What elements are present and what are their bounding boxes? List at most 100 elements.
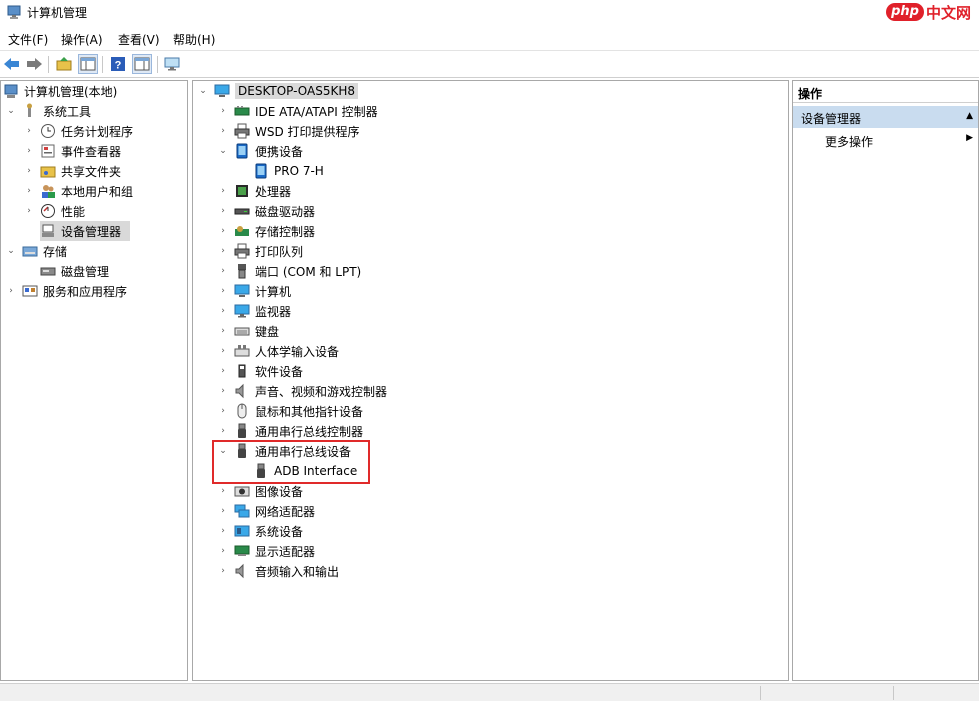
chevron-right-icon[interactable]: › [23,185,35,197]
menu-action[interactable]: 操作(A) [61,31,103,48]
chevron-down-icon[interactable]: ⌄ [5,245,17,257]
forward-icon[interactable] [24,54,44,74]
device-tree-item[interactable]: › 处理器 [217,181,291,201]
device-tree-item[interactable]: › 图像设备 [217,481,303,501]
device-tree-item[interactable]: › 键盘 [217,321,279,341]
port-icon [234,263,250,279]
console-tree-pane: 计算机管理(本地) ⌄ 系统工具 › 任务计划程序 › 事件查看器 › 共享文件… [0,80,188,681]
tree-item-shared-folders[interactable]: › 共享文件夹 [23,161,121,181]
monitor-icon[interactable] [162,54,182,74]
back-icon[interactable] [2,54,22,74]
device-tree-item[interactable]: › 鼠标和其他指针设备 [217,401,363,421]
device-tree-item[interactable]: › 音频输入和输出 [217,561,339,581]
more-actions-link[interactable]: 更多操作 [825,133,873,150]
usb-device-highlight-box [212,440,370,484]
device-tree-item[interactable]: › 计算机 [217,281,291,301]
system-device-icon [234,523,250,539]
device-tree-item[interactable]: › 端口 (COM 和 LPT) [217,261,361,281]
computer-icon [234,283,250,299]
device-tree-item[interactable]: › 打印队列 [217,241,303,261]
tree-item-storage[interactable]: ⌄ 存储 [5,241,67,261]
watermark-brand: php [886,3,924,21]
processor-icon [234,183,250,199]
chevron-right-icon[interactable]: › [217,245,229,257]
chevron-right-icon[interactable]: › [217,545,229,557]
tree-item-disk-management[interactable]: 磁盘管理 [40,261,109,281]
chevron-right-icon[interactable]: › [217,525,229,537]
device-tree-item[interactable]: › 人体学输入设备 [217,341,339,361]
network-adapter-icon [234,503,250,519]
tree-item-task-scheduler[interactable]: › 任务计划程序 [23,121,133,141]
chevron-right-icon[interactable]: › [217,365,229,377]
tree-item-device-manager[interactable]: 设备管理器 [40,221,130,241]
chevron-right-icon[interactable]: › [217,285,229,297]
show-hide-tree-icon[interactable] [78,54,98,74]
chevron-right-icon[interactable]: › [5,285,17,297]
tree-item-services[interactable]: › 服务和应用程序 [5,281,127,301]
tree-item-label: 本地用户和组 [61,184,134,199]
computer-management-icon [3,83,19,99]
chevron-right-icon[interactable]: › [217,405,229,417]
device-tree-item[interactable]: › 存储控制器 [217,221,315,241]
chevron-right-icon[interactable]: › [217,565,229,577]
chevron-down-icon[interactable]: ⌄ [217,145,229,157]
disk-drive-icon [234,203,250,219]
chevron-right-icon[interactable]: › [217,485,229,497]
watermark-text: 中文网 [925,3,971,22]
device-tree-item[interactable]: › IDE ATA/ATAPI 控制器 [217,101,378,121]
device-tree-item[interactable]: ⌄ DESKTOP-OAS5KH8 [197,81,359,101]
device-tree-item[interactable]: PRO 7-H [253,161,324,181]
device-tree-item[interactable]: › 显示适配器 [217,541,315,561]
device-manager-icon [40,223,56,239]
collapse-up-icon[interactable]: ▲ [966,111,973,121]
menu-file[interactable]: 文件(F) [8,31,48,48]
device-tree-item[interactable]: › 网络适配器 [217,501,315,521]
device-tree-item[interactable]: › 监视器 [217,301,291,321]
device-tree-label: IDE ATA/ATAPI 控制器 [255,104,378,119]
device-tree-label: 声音、视频和游戏控制器 [255,384,388,399]
menu-view[interactable]: 查看(V) [118,31,160,48]
portable-device-icon [253,163,269,179]
tree-item-event-viewer[interactable]: › 事件查看器 [23,141,121,161]
chevron-right-icon[interactable]: › [23,145,35,157]
tree-item-local-users[interactable]: › 本地用户和组 [23,181,133,201]
chevron-right-icon[interactable]: › [217,505,229,517]
device-tree-item[interactable]: › 磁盘驱动器 [217,201,315,221]
chevron-down-icon[interactable]: ⌄ [5,105,17,117]
chevron-right-icon[interactable]: › [23,205,35,217]
device-tree-item[interactable]: ⌄ 便携设备 [217,141,303,161]
chevron-right-icon[interactable]: › [217,305,229,317]
device-tree-label: 显示适配器 [255,544,316,559]
actions-section-device-manager[interactable]: 设备管理器 ▲ [793,106,978,128]
chevron-right-icon[interactable]: › [217,225,229,237]
tree-item-label: 系统工具 [43,104,92,119]
chevron-right-icon[interactable]: › [217,105,229,117]
properties-icon[interactable] [132,54,152,74]
chevron-right-icon[interactable]: › [217,385,229,397]
svg-text:?: ? [115,60,122,72]
chevron-right-icon[interactable]: › [23,165,35,177]
chevron-right-icon[interactable]: › [23,125,35,137]
submenu-arrow-icon[interactable]: ▶ [966,133,973,143]
tree-item-performance[interactable]: › 性能 [23,201,85,221]
menu-help[interactable]: 帮助(H) [173,31,215,48]
chevron-down-icon[interactable]: ⌄ [197,85,209,97]
tree-item-system-tools[interactable]: ⌄ 系统工具 [5,101,91,121]
tree-item-computer-management[interactable]: 计算机管理(本地) [3,81,117,101]
chevron-right-icon[interactable]: › [217,325,229,337]
up-folder-icon[interactable] [54,54,74,74]
chevron-right-icon[interactable]: › [217,265,229,277]
device-tree-item[interactable]: › 声音、视频和游戏控制器 [217,381,387,401]
chevron-right-icon[interactable]: › [217,185,229,197]
device-tree-label: 通用串行总线控制器 [255,424,364,439]
chevron-right-icon[interactable]: › [217,345,229,357]
device-tree-item[interactable]: › 软件设备 [217,361,303,381]
device-tree-item[interactable]: › WSD 打印提供程序 [217,121,360,141]
chevron-right-icon[interactable]: › [217,125,229,137]
device-tree-label: 处理器 [255,184,292,199]
chevron-right-icon[interactable]: › [217,425,229,437]
device-tree-item[interactable]: › 通用串行总线控制器 [217,421,363,441]
help-icon[interactable]: ? [108,54,128,74]
device-tree-item[interactable]: › 系统设备 [217,521,303,541]
chevron-right-icon[interactable]: › [217,205,229,217]
